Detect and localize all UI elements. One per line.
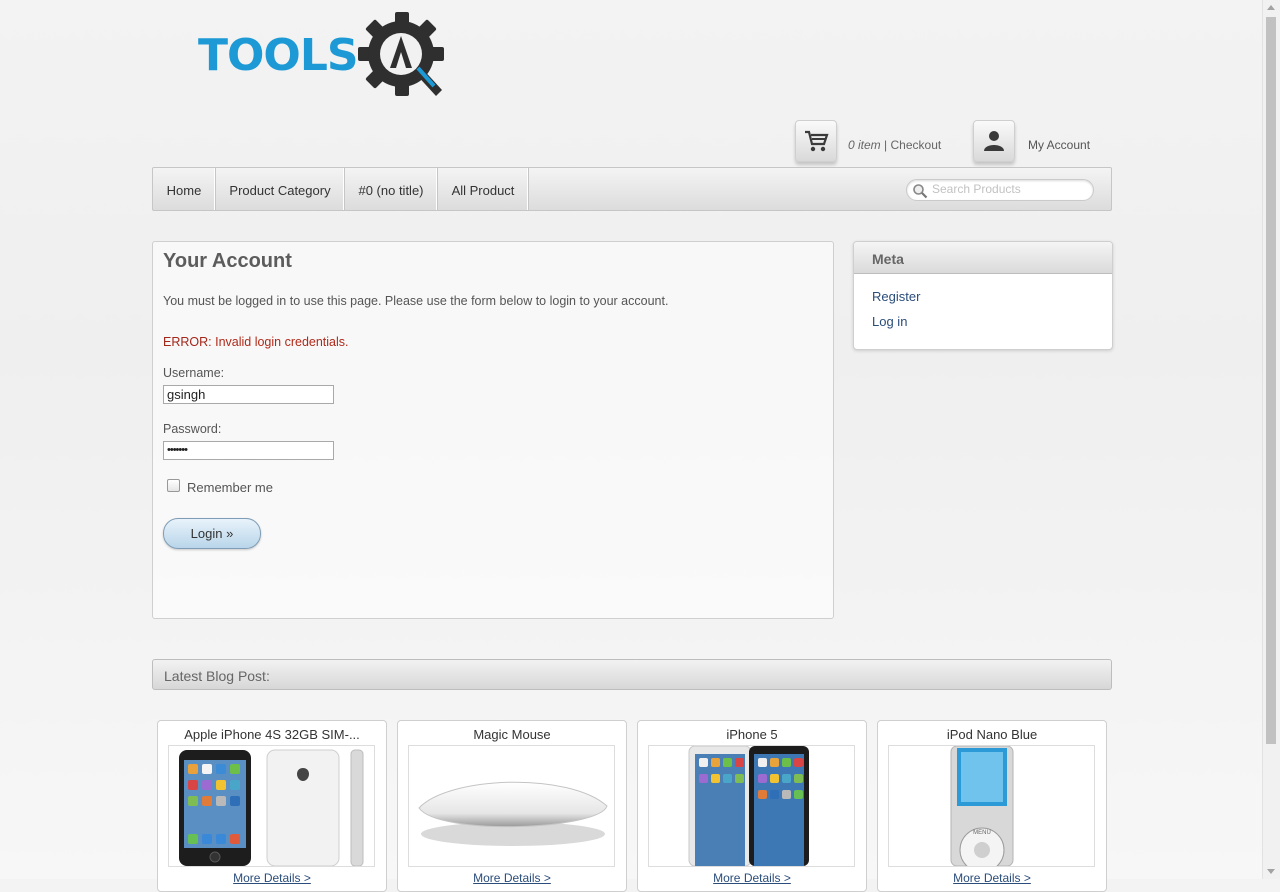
- login-notice: You must be logged in to use this page. …: [163, 294, 669, 308]
- error-text: : Invalid login credentials.: [208, 335, 349, 349]
- error-message: ERROR: Invalid login credentials.: [163, 335, 349, 349]
- product-name[interactable]: iPhone 5: [638, 727, 866, 742]
- cart-summary[interactable]: 0 item | Checkout: [848, 138, 941, 152]
- ipod-nano-image[interactable]: MENU: [888, 745, 1095, 867]
- remember-me-checkbox[interactable]: [167, 479, 180, 492]
- my-account-link[interactable]: My Account: [1028, 138, 1090, 152]
- search-input[interactable]: [932, 182, 1082, 196]
- register-link[interactable]: Register: [872, 289, 920, 304]
- account-panel: Your Account You must be logged in to us…: [152, 241, 834, 619]
- cart-separator: |: [884, 138, 888, 152]
- nav-home[interactable]: Home: [153, 168, 216, 210]
- cart-count: 0 item: [848, 138, 881, 152]
- password-label: Password:: [163, 422, 222, 436]
- more-details-link[interactable]: More Details >: [878, 871, 1106, 885]
- meta-title: Meta: [872, 251, 904, 267]
- nav-product-category[interactable]: Product Category: [216, 168, 345, 210]
- scroll-up-arrow-icon[interactable]: [1267, 5, 1275, 10]
- nav-no-title[interactable]: #0 (no title): [345, 168, 438, 210]
- magnifier-icon: [913, 184, 928, 199]
- more-details-link[interactable]: More Details >: [398, 871, 626, 885]
- iphone-5-image[interactable]: [648, 745, 855, 867]
- page-scrollbar[interactable]: [1262, 0, 1280, 879]
- main-nav: Home Product Category #0 (no title) All …: [152, 167, 1112, 211]
- scrollbar-thumb[interactable]: [1266, 17, 1276, 744]
- password-field[interactable]: •••••••: [163, 441, 334, 460]
- cart-icon: [805, 130, 829, 152]
- user-icon: [984, 131, 1004, 151]
- latest-blog-title: Latest Blog Post:: [164, 668, 270, 684]
- product-name[interactable]: Apple iPhone 4S 32GB SIM-...: [158, 727, 386, 742]
- login-button[interactable]: Login »: [163, 518, 261, 549]
- scroll-down-arrow-icon[interactable]: [1267, 869, 1275, 874]
- search-box: [906, 179, 1094, 201]
- iphone-4s-image[interactable]: [168, 745, 375, 867]
- error-prefix: ERROR: [163, 335, 209, 349]
- page-title: Your Account: [163, 250, 292, 272]
- cart-button[interactable]: [795, 120, 837, 162]
- username-field[interactable]: [163, 385, 334, 404]
- checkout-link[interactable]: Checkout: [891, 138, 942, 152]
- account-button[interactable]: [973, 120, 1015, 162]
- gear-a-logo-icon: [358, 12, 444, 96]
- magic-mouse-image[interactable]: [408, 745, 615, 867]
- meta-widget: Meta Register Log in: [853, 241, 1113, 350]
- product-card[interactable]: iPhone 5 More Details >: [637, 720, 867, 892]
- login-link[interactable]: Log in: [872, 314, 907, 329]
- product-card[interactable]: iPod Nano Blue MENU More Details >: [877, 720, 1107, 892]
- nav-all-product[interactable]: All Product: [438, 168, 529, 210]
- more-details-link[interactable]: More Details >: [638, 871, 866, 885]
- product-card[interactable]: Magic Mouse More Details >: [397, 720, 627, 892]
- more-details-link[interactable]: More Details >: [158, 871, 386, 885]
- site-logo[interactable]: TOOLS: [198, 10, 458, 102]
- latest-blog-bar: Latest Blog Post:: [152, 659, 1112, 690]
- product-card[interactable]: Apple iPhone 4S 32GB SIM-... More Detail…: [157, 720, 387, 892]
- product-name[interactable]: Magic Mouse: [398, 727, 626, 742]
- logo-text: TOOLS: [198, 30, 359, 81]
- product-name[interactable]: iPod Nano Blue: [878, 727, 1106, 742]
- svg-text:MENU: MENU: [973, 830, 991, 836]
- username-label: Username:: [163, 366, 225, 380]
- remember-me-label: Remember me: [187, 480, 273, 495]
